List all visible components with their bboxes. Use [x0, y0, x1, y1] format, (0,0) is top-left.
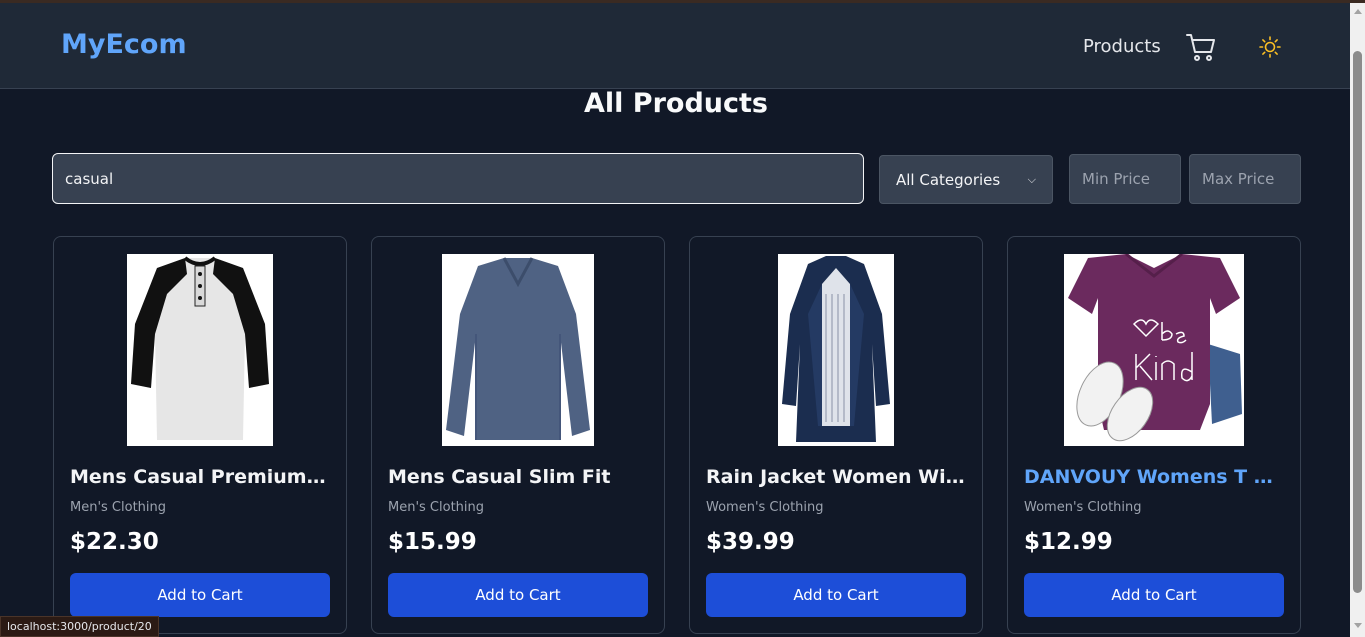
- scroll-down-arrow-icon[interactable]: [1354, 623, 1362, 628]
- product-price: $39.99: [706, 529, 795, 555]
- product-image[interactable]: [778, 254, 894, 446]
- product-card[interactable]: Rain Jacket Women Windb... Women's Cloth…: [689, 236, 983, 634]
- product-price: $15.99: [388, 529, 477, 555]
- cart-icon[interactable]: [1185, 31, 1217, 63]
- nav-products-link[interactable]: Products: [1083, 36, 1161, 57]
- product-image[interactable]: [127, 254, 273, 446]
- scroll-up-arrow-icon[interactable]: [1354, 9, 1362, 14]
- product-category: Men's Clothing: [70, 500, 167, 515]
- page-scrollbar[interactable]: [1350, 3, 1365, 637]
- add-to-cart-button[interactable]: Add to Cart: [706, 573, 966, 617]
- search-input[interactable]: [52, 153, 864, 204]
- product-card[interactable]: Mens Casual Premium Sli... Men's Clothin…: [53, 236, 347, 634]
- product-category: Women's Clothing: [1024, 500, 1142, 515]
- product-price: $22.30: [70, 529, 159, 555]
- page-title: All Products: [584, 88, 768, 119]
- product-card[interactable]: DANVOUY Womens T Shir... Women's Clothin…: [1007, 236, 1301, 634]
- category-select[interactable]: All Categories ⌵: [879, 155, 1053, 204]
- scrollbar-thumb[interactable]: [1353, 51, 1362, 593]
- add-to-cart-button[interactable]: Add to Cart: [388, 573, 648, 617]
- chevron-down-icon: ⌵: [1027, 172, 1036, 186]
- navbar: MyEcom Products: [0, 3, 1350, 89]
- product-card[interactable]: Mens Casual Slim Fit Men's Clothing $15.…: [371, 236, 665, 634]
- add-to-cart-button[interactable]: Add to Cart: [1024, 573, 1284, 617]
- product-category: Women's Clothing: [706, 500, 824, 515]
- product-image[interactable]: [1064, 254, 1244, 446]
- product-title[interactable]: Mens Casual Slim Fit: [388, 466, 650, 488]
- sun-icon[interactable]: [1259, 36, 1281, 58]
- product-image[interactable]: [442, 254, 594, 446]
- product-title[interactable]: Mens Casual Premium Sli...: [70, 466, 332, 488]
- add-to-cart-button[interactable]: Add to Cart: [70, 573, 330, 617]
- product-category: Men's Clothing: [388, 500, 485, 515]
- product-title[interactable]: Rain Jacket Women Windb...: [706, 466, 968, 488]
- min-price-input[interactable]: [1069, 154, 1181, 204]
- max-price-input[interactable]: [1189, 154, 1301, 204]
- product-title[interactable]: DANVOUY Womens T Shir...: [1024, 466, 1286, 488]
- category-select-value: All Categories: [896, 170, 1001, 189]
- logo[interactable]: MyEcom: [61, 29, 187, 60]
- product-price: $12.99: [1024, 529, 1113, 555]
- link-preview-status: localhost:3000/product/20: [0, 616, 159, 637]
